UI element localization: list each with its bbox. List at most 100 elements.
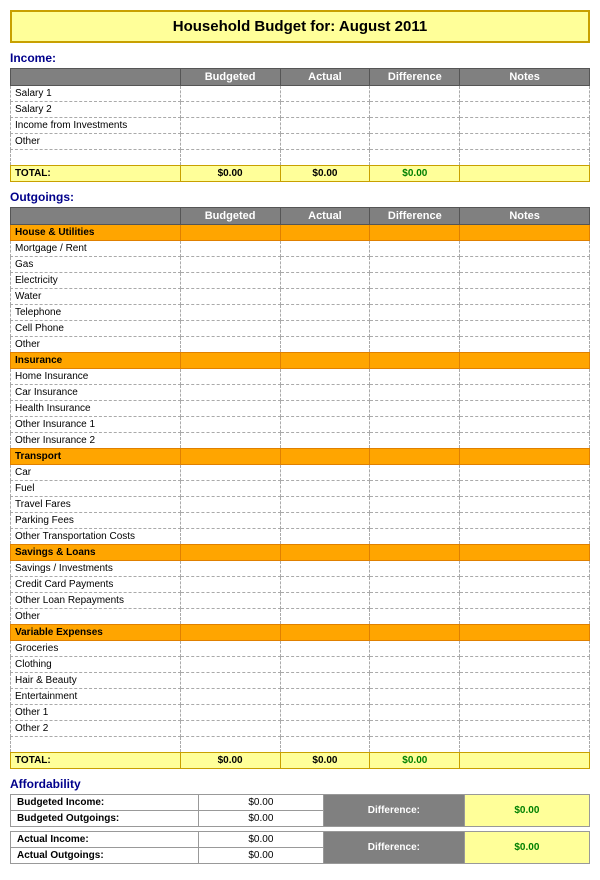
outgoings-row-label: Entertainment — [11, 689, 181, 705]
outgoings-row: Hair & Beauty — [11, 673, 590, 689]
outgoings-row-budgeted — [180, 641, 280, 657]
outgoings-col-notes: Notes — [460, 208, 590, 225]
group-header-diff — [370, 545, 460, 561]
group-header-diff — [370, 625, 460, 641]
outgoings-row-notes — [460, 273, 590, 289]
outgoings-row-label: Cell Phone — [11, 321, 181, 337]
income-col-budgeted: Budgeted — [180, 69, 280, 86]
affordability-section-title: Affordability — [10, 777, 590, 791]
group-header-diff — [370, 225, 460, 241]
outgoings-group-header: Savings & Loans — [11, 545, 590, 561]
outgoings-row-notes — [460, 385, 590, 401]
outgoings-row-label: Other 1 — [11, 705, 181, 721]
income-row-diff — [370, 86, 460, 102]
outgoings-row: Credit Card Payments — [11, 577, 590, 593]
budgeted-difference-value: $0.00 — [464, 795, 589, 827]
outgoings-row-budgeted — [180, 689, 280, 705]
outgoings-row-budgeted — [180, 241, 280, 257]
outgoings-col-budgeted: Budgeted — [180, 208, 280, 225]
income-spacer-row — [11, 150, 590, 166]
outgoings-row-diff — [370, 721, 460, 737]
outgoings-row-budgeted — [180, 529, 280, 545]
budgeted-outgoings-value: $0.00 — [198, 811, 323, 827]
outgoings-row: Mortgage / Rent — [11, 241, 590, 257]
outgoings-total-budgeted: $0.00 — [180, 753, 280, 769]
page-title: Household Budget for: August 2011 — [10, 10, 590, 43]
outgoings-row-notes — [460, 241, 590, 257]
outgoings-group-header: Variable Expenses — [11, 625, 590, 641]
outgoings-row-label: Other Transportation Costs — [11, 529, 181, 545]
outgoings-row-actual — [280, 465, 370, 481]
afford-budgeted-row: Budgeted Income: $0.00 Difference: $0.00 — [11, 795, 590, 811]
outgoings-row-label: Other — [11, 609, 181, 625]
outgoings-row: Parking Fees — [11, 513, 590, 529]
income-row-budgeted — [180, 118, 280, 134]
group-header-label: Variable Expenses — [11, 625, 181, 641]
group-header-budgeted — [180, 449, 280, 465]
group-header-label: Savings & Loans — [11, 545, 181, 561]
outgoings-row-label: Other Insurance 1 — [11, 417, 181, 433]
outgoings-row-actual — [280, 705, 370, 721]
outgoings-row-budgeted — [180, 465, 280, 481]
outgoings-row-diff — [370, 513, 460, 529]
outgoings-row-label: Electricity — [11, 273, 181, 289]
outgoings-row: Health Insurance — [11, 401, 590, 417]
outgoings-row-diff — [370, 289, 460, 305]
income-row-actual — [280, 118, 370, 134]
group-header-actual — [280, 225, 370, 241]
outgoings-row-notes — [460, 321, 590, 337]
outgoings-row-notes — [460, 721, 590, 737]
outgoings-row-label: Hair & Beauty — [11, 673, 181, 689]
outgoings-row-actual — [280, 369, 370, 385]
actual-outgoings-label: Actual Outgoings: — [11, 848, 199, 864]
outgoings-col-actual: Actual — [280, 208, 370, 225]
outgoings-col-difference: Difference — [370, 208, 460, 225]
income-row-notes — [460, 102, 590, 118]
afford-actual-row: Actual Income: $0.00 Difference: $0.00 — [11, 832, 590, 848]
outgoings-row-budgeted — [180, 561, 280, 577]
outgoings-row-diff — [370, 705, 460, 721]
outgoings-row-budgeted — [180, 673, 280, 689]
outgoings-spacer-row — [11, 737, 590, 753]
income-total-budgeted: $0.00 — [180, 166, 280, 182]
outgoings-row-actual — [280, 513, 370, 529]
group-header-label: Insurance — [11, 353, 181, 369]
income-row-label: Income from Investments — [11, 118, 181, 134]
outgoings-row-label: Clothing — [11, 657, 181, 673]
outgoings-row-notes — [460, 305, 590, 321]
outgoings-row-actual — [280, 561, 370, 577]
outgoings-row-label: Home Insurance — [11, 369, 181, 385]
outgoings-row-actual — [280, 593, 370, 609]
budgeted-outgoings-label: Budgeted Outgoings: — [11, 811, 199, 827]
outgoings-row-budgeted — [180, 577, 280, 593]
income-row: Other — [11, 134, 590, 150]
income-total-notes — [460, 166, 590, 182]
outgoings-row-label: Health Insurance — [11, 401, 181, 417]
outgoings-row-actual — [280, 481, 370, 497]
outgoings-row-notes — [460, 657, 590, 673]
outgoings-row-label: Other — [11, 337, 181, 353]
income-col-difference: Difference — [370, 69, 460, 86]
outgoings-row-diff — [370, 241, 460, 257]
outgoings-row: Groceries — [11, 641, 590, 657]
outgoings-row-actual — [280, 577, 370, 593]
income-row-budgeted — [180, 102, 280, 118]
outgoings-row: Savings / Investments — [11, 561, 590, 577]
outgoings-row-label: Parking Fees — [11, 513, 181, 529]
income-row-actual — [280, 102, 370, 118]
outgoings-row-diff — [370, 337, 460, 353]
income-col-actual: Actual — [280, 69, 370, 86]
outgoings-row-label: Car — [11, 465, 181, 481]
outgoings-group-header: Transport — [11, 449, 590, 465]
outgoings-row-budgeted — [180, 273, 280, 289]
group-header-actual — [280, 353, 370, 369]
outgoings-row: Cell Phone — [11, 321, 590, 337]
budgeted-difference-label: Difference: — [323, 795, 464, 827]
outgoings-row-diff — [370, 465, 460, 481]
outgoings-row: Electricity — [11, 273, 590, 289]
group-header-notes — [460, 545, 590, 561]
outgoings-row-diff — [370, 273, 460, 289]
outgoings-row-actual — [280, 257, 370, 273]
outgoings-row-diff — [370, 321, 460, 337]
group-header-notes — [460, 625, 590, 641]
